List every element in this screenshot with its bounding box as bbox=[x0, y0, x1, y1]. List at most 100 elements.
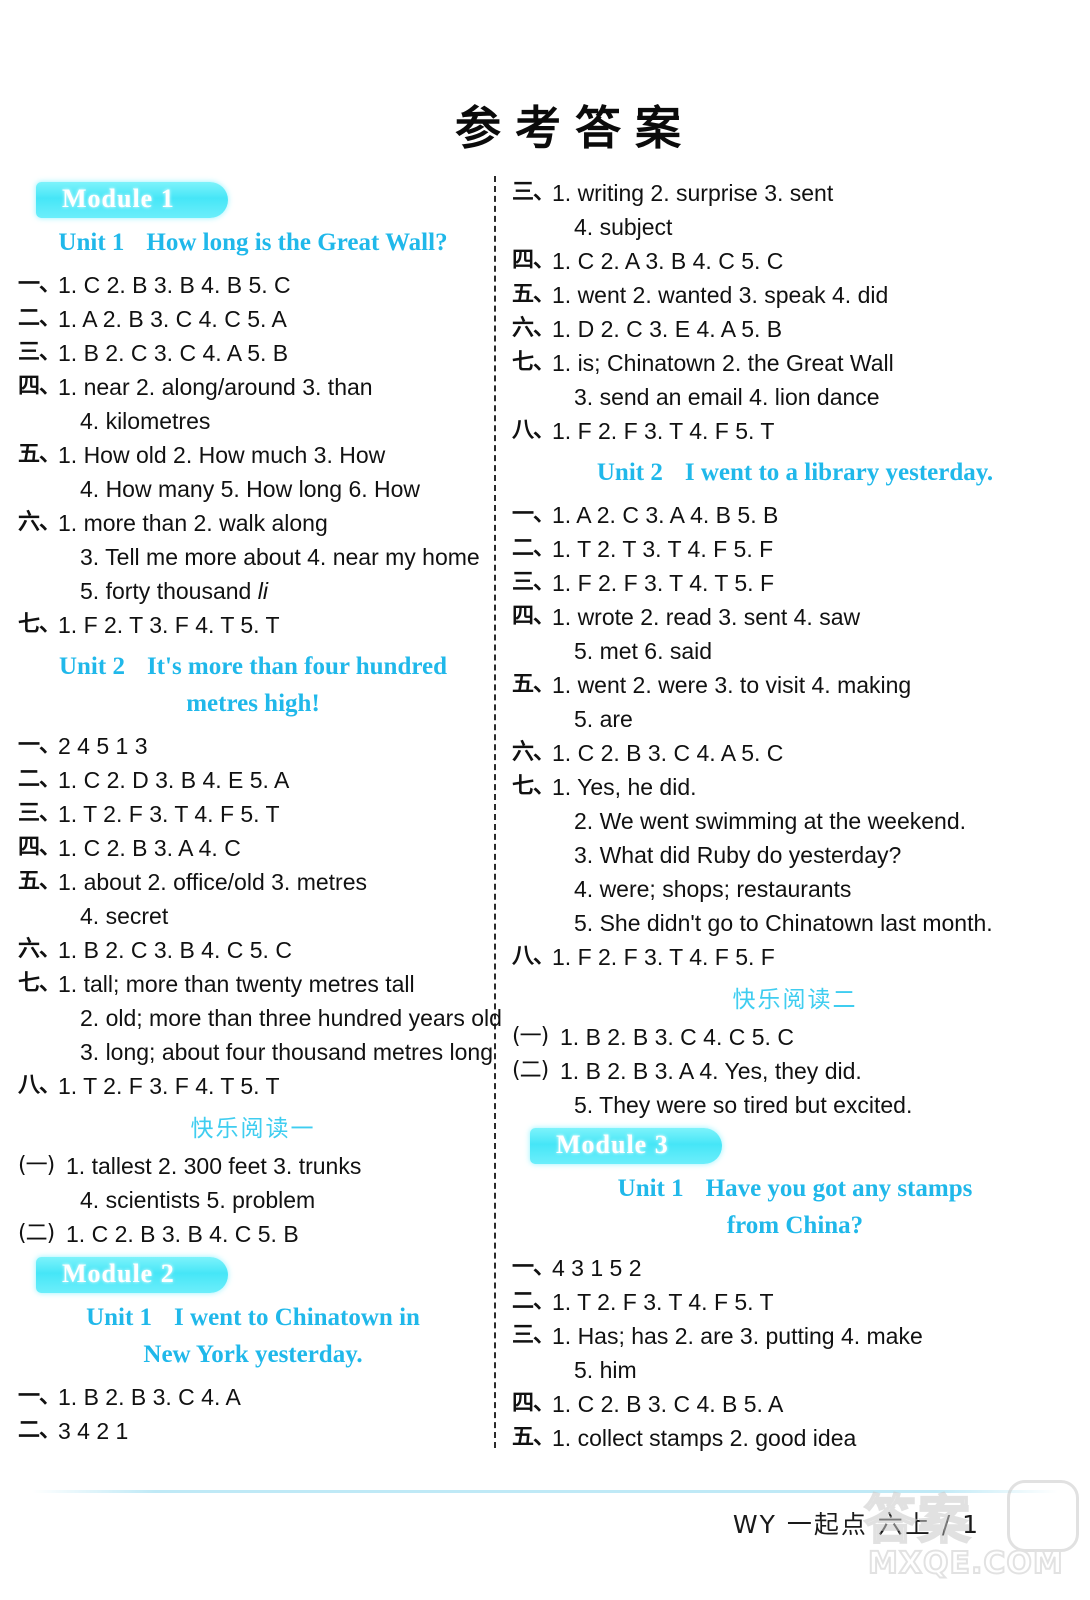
answer-line: 八、 1. F 2. F 3. T 4. F 5. F bbox=[512, 940, 1078, 974]
answer-line-text: 1. collect stamps 2. good idea bbox=[552, 1424, 857, 1451]
answer-line: 二、 1. C 2. D 3. B 4. E 5. A bbox=[18, 763, 488, 797]
answer-line: (二) 1. C 2. B 3. B 4. C 5. B bbox=[18, 1217, 488, 1251]
answer-line-number: (一) bbox=[18, 1152, 55, 1178]
answer-line: 五、 1. How old 2. How much 3. How bbox=[18, 438, 488, 472]
italic-term: li bbox=[257, 577, 268, 604]
unit-heading: Unit 1 Have you got any stamps from China? bbox=[512, 1170, 1078, 1245]
answer-line-text: 5. forty thousand li bbox=[80, 577, 268, 604]
answer-line-number: 一、 bbox=[512, 501, 555, 527]
unit-number: Unit 1 bbox=[58, 229, 125, 256]
answer-line-number: 八、 bbox=[18, 1072, 61, 1098]
answer-line: 5. are bbox=[512, 702, 1078, 736]
answer-line: 4. subject bbox=[512, 210, 1078, 244]
answer-line-number: 五、 bbox=[18, 868, 61, 894]
answer-line-text: 1. about 2. office/old 3. metres bbox=[58, 868, 367, 895]
unit-name-line2: New York yesterday. bbox=[143, 1341, 363, 1368]
watermark-en-text: MXQE.COM bbox=[867, 1545, 1064, 1582]
answer-line-number: 五、 bbox=[18, 441, 61, 467]
answer-line: 六、 1. more than 2. walk along bbox=[18, 506, 488, 540]
answer-line: 八、 1. T 2. F 3. F 4. T 5. T bbox=[18, 1069, 488, 1103]
module-badge: Module 3 bbox=[530, 1127, 722, 1164]
unit-number: Unit 2 bbox=[58, 652, 125, 680]
answer-line: 三、 1. B 2. C 3. C 4. A 5. B bbox=[18, 336, 488, 370]
unit-name: How long is the Great Wall? bbox=[146, 229, 448, 256]
answer-line: 2. old; more than three hundred years ol… bbox=[18, 1001, 502, 1035]
answer-line-text: 1. B 2. B 3. C 4. C 5. C bbox=[560, 1023, 794, 1050]
module-badge: Module 1 bbox=[36, 182, 228, 218]
answer-line: 七、 1. F 2. T 3. F 4. T 5. T bbox=[18, 608, 488, 642]
answer-line-number: 五、 bbox=[512, 282, 555, 307]
answer-line-text: 4. secret bbox=[80, 902, 169, 929]
answer-line-text: 4. were; shops; restaurants bbox=[574, 875, 852, 902]
right-column: 三、 1. writing 2. surprise 3. sent 4. subje… bbox=[512, 176, 1078, 1455]
answer-line-text: 1. Yes, he did. bbox=[552, 773, 697, 800]
answer-line: 4. were; shops; restaurants bbox=[512, 872, 1078, 906]
answer-line-number: 二、 bbox=[18, 305, 61, 331]
unit-number: Unit 1 bbox=[617, 1174, 684, 1202]
answer-line: 二、 1. A 2. B 3. C 4. C 5. A bbox=[18, 302, 488, 336]
answer-line: 3. long; about four thousand metres long bbox=[18, 1035, 493, 1069]
answer-line: 2. We went swimming at the weekend. bbox=[512, 804, 1078, 838]
reading-section-heading: 快乐阅读一 bbox=[190, 1115, 316, 1142]
answer-line: 七、 1. tall; more than twenty metres tall bbox=[18, 967, 488, 1001]
answer-line-text: 4 3 1 5 2 bbox=[552, 1254, 642, 1281]
answer-line-text: 4. scientists 5. problem bbox=[80, 1186, 316, 1213]
answer-line-text: 1. C 2. B 3. B 4. B 5. C bbox=[58, 271, 291, 298]
answer-line: 4. kilometres bbox=[18, 404, 488, 438]
answer-line-text: 1. is; Chinatown 2. the Great Wall bbox=[552, 350, 894, 376]
answer-line-number: 七、 bbox=[512, 350, 555, 375]
answer-line: (一) 1. tallest 2. 300 feet 3. trunks bbox=[18, 1149, 488, 1183]
answer-line-number: 一、 bbox=[512, 1254, 555, 1280]
answer-line-number: 五、 bbox=[512, 1424, 555, 1450]
unit-heading: Unit 1 I went to Chinatown in New York yes… bbox=[18, 1299, 488, 1374]
answer-line-text: 5. They were so tired but excited. bbox=[574, 1091, 913, 1118]
answer-line-number: 三、 bbox=[512, 1322, 555, 1348]
answer-line: 4. scientists 5. problem bbox=[18, 1183, 488, 1217]
answer-line-text: 4. kilometres bbox=[80, 407, 211, 434]
answer-line-text: 1. more than 2. walk along bbox=[58, 509, 328, 536]
answer-line: 五、 1. went 2. were 3. to visit 4. making bbox=[512, 668, 1078, 702]
answer-line: 4. secret bbox=[18, 899, 488, 933]
answer-line-number: 二、 bbox=[512, 1288, 555, 1314]
answer-line-number: 七、 bbox=[18, 611, 61, 637]
answer-line-number: 四、 bbox=[512, 603, 555, 629]
answer-line-text: 5. are bbox=[574, 705, 633, 732]
page-title: 参考答案 bbox=[455, 101, 695, 155]
unit-name: Have you got any stamps bbox=[705, 1174, 973, 1202]
answer-line: 七、 1. Yes, he did. bbox=[512, 770, 1078, 804]
module-badge: Module 2 bbox=[36, 1256, 228, 1293]
column-divider bbox=[494, 176, 496, 1448]
answer-line-number: 一、 bbox=[18, 732, 61, 758]
answer-line-number: 四、 bbox=[18, 373, 61, 399]
answer-line-text: 3. long; about four thousand metres long bbox=[80, 1038, 494, 1065]
answer-line-text: 1. T 2. T 3. T 4. F 5. F bbox=[552, 535, 774, 562]
answer-line-text: 1. F 2. F 3. T 4. F 5. T bbox=[552, 418, 775, 444]
answer-line-text: 1. C 2. B 3. C 4. A 5. C bbox=[552, 739, 784, 766]
answer-line: 六、 1. B 2. C 3. B 4. C 5. C bbox=[18, 933, 488, 967]
answer-line-text: 1. F 2. F 3. T 4. T 5. F bbox=[552, 569, 775, 596]
reading-section-heading: 快乐阅读二 bbox=[732, 986, 858, 1013]
unit-name-line2: from China? bbox=[726, 1212, 864, 1239]
answer-line-text: 1. C 2. B 3. B 4. C 5. B bbox=[66, 1220, 299, 1247]
unit-heading: Unit 1 How long is the Great Wall? bbox=[18, 224, 488, 262]
answer-line: 4. How many 5. How long 6. How bbox=[18, 472, 488, 506]
answer-line-text: 1. A 2. B 3. C 4. C 5. A bbox=[58, 305, 287, 332]
answer-line-number: 八、 bbox=[512, 943, 555, 969]
footer-divider bbox=[32, 1490, 1058, 1493]
answer-line-number: 七、 bbox=[18, 970, 61, 996]
answer-line-number: 八、 bbox=[512, 418, 555, 443]
answer-line-text: 4. subject bbox=[574, 214, 673, 240]
left-column: Module 1 Unit 1 How long is the Great Wall… bbox=[18, 176, 502, 1448]
answer-line-number: 二、 bbox=[512, 535, 555, 561]
answer-line: 3. What did Ruby do yesterday? bbox=[512, 838, 1078, 872]
answer-line: 一、 4 3 1 5 2 bbox=[512, 1251, 1078, 1285]
answer-line-text: 1. F 2. F 3. T 4. F 5. F bbox=[552, 943, 775, 970]
answer-line: 5. him bbox=[512, 1353, 1078, 1387]
answer-line-number: 三、 bbox=[18, 339, 61, 365]
answer-line-number: 三、 bbox=[512, 569, 555, 595]
answer-line-text: 1. B 2. B 3. A 4. Yes, they did. bbox=[560, 1057, 862, 1084]
answer-line: 三、 1. writing 2. surprise 3. sent bbox=[512, 176, 1078, 210]
answer-line-number: 一、 bbox=[18, 271, 61, 297]
unit-number: Unit 2 bbox=[596, 459, 663, 486]
answer-line-number: 六、 bbox=[18, 936, 61, 962]
